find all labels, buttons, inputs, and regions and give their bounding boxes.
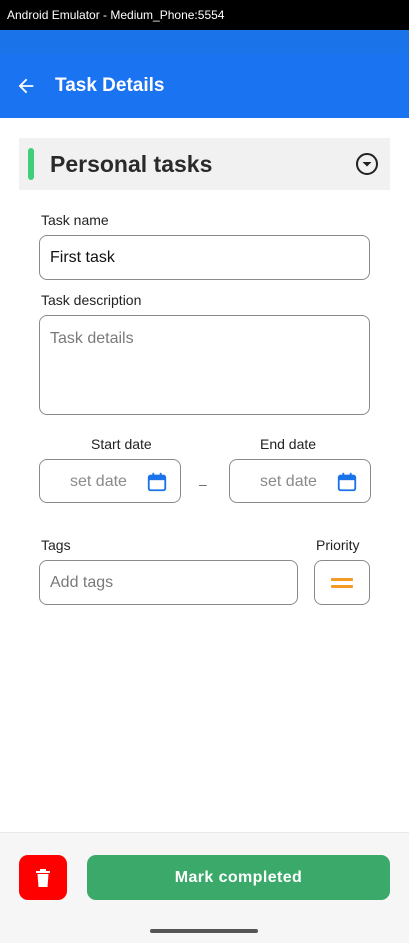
- task-name-input[interactable]: [50, 236, 359, 279]
- task-description-input[interactable]: [50, 330, 359, 400]
- trash-icon: [36, 868, 50, 887]
- page-title: Task Details: [55, 75, 165, 96]
- list-color-accent: [28, 148, 34, 180]
- mark-completed-button[interactable]: Mark completed: [87, 855, 390, 900]
- bottom-action-bar: Mark completed: [0, 832, 409, 943]
- end-date-field[interactable]: set date: [229, 459, 371, 503]
- tags-input[interactable]: [50, 561, 287, 604]
- priority-button[interactable]: [314, 560, 370, 605]
- priority-label: Priority: [316, 537, 360, 553]
- tags-label: Tags: [41, 537, 71, 553]
- start-date-field[interactable]: set date: [39, 459, 181, 503]
- emulator-title-bar: Android Emulator - Medium_Phone:5554: [0, 0, 409, 30]
- task-list-selector[interactable]: Personal tasks: [19, 138, 390, 190]
- tags-field[interactable]: [39, 560, 298, 605]
- back-button[interactable]: [12, 72, 40, 100]
- delete-task-button[interactable]: [19, 855, 67, 900]
- window-title: Android Emulator - Medium_Phone:5554: [7, 8, 225, 22]
- task-name-field[interactable]: [39, 235, 370, 280]
- chevron-down-circle-icon[interactable]: [355, 152, 379, 176]
- calendar-icon[interactable]: [336, 471, 358, 493]
- calendar-icon[interactable]: [146, 471, 168, 493]
- status-bar: [0, 30, 409, 54]
- task-description-label: Task description: [41, 292, 142, 308]
- gesture-navigation-bar[interactable]: [150, 929, 258, 933]
- priority-medium-icon: [331, 577, 353, 588]
- task-description-field[interactable]: [39, 315, 370, 415]
- start-date-label: Start date: [91, 436, 152, 452]
- end-date-placeholder: set date: [260, 473, 317, 490]
- task-name-label: Task name: [41, 212, 109, 228]
- date-range-separator: –: [199, 476, 207, 492]
- end-date-label: End date: [260, 436, 317, 452]
- app-bar: Task Details: [0, 54, 409, 118]
- start-date-placeholder: set date: [70, 473, 127, 490]
- list-name: Personal tasks: [50, 151, 213, 177]
- arrow-left-icon: [18, 78, 34, 94]
